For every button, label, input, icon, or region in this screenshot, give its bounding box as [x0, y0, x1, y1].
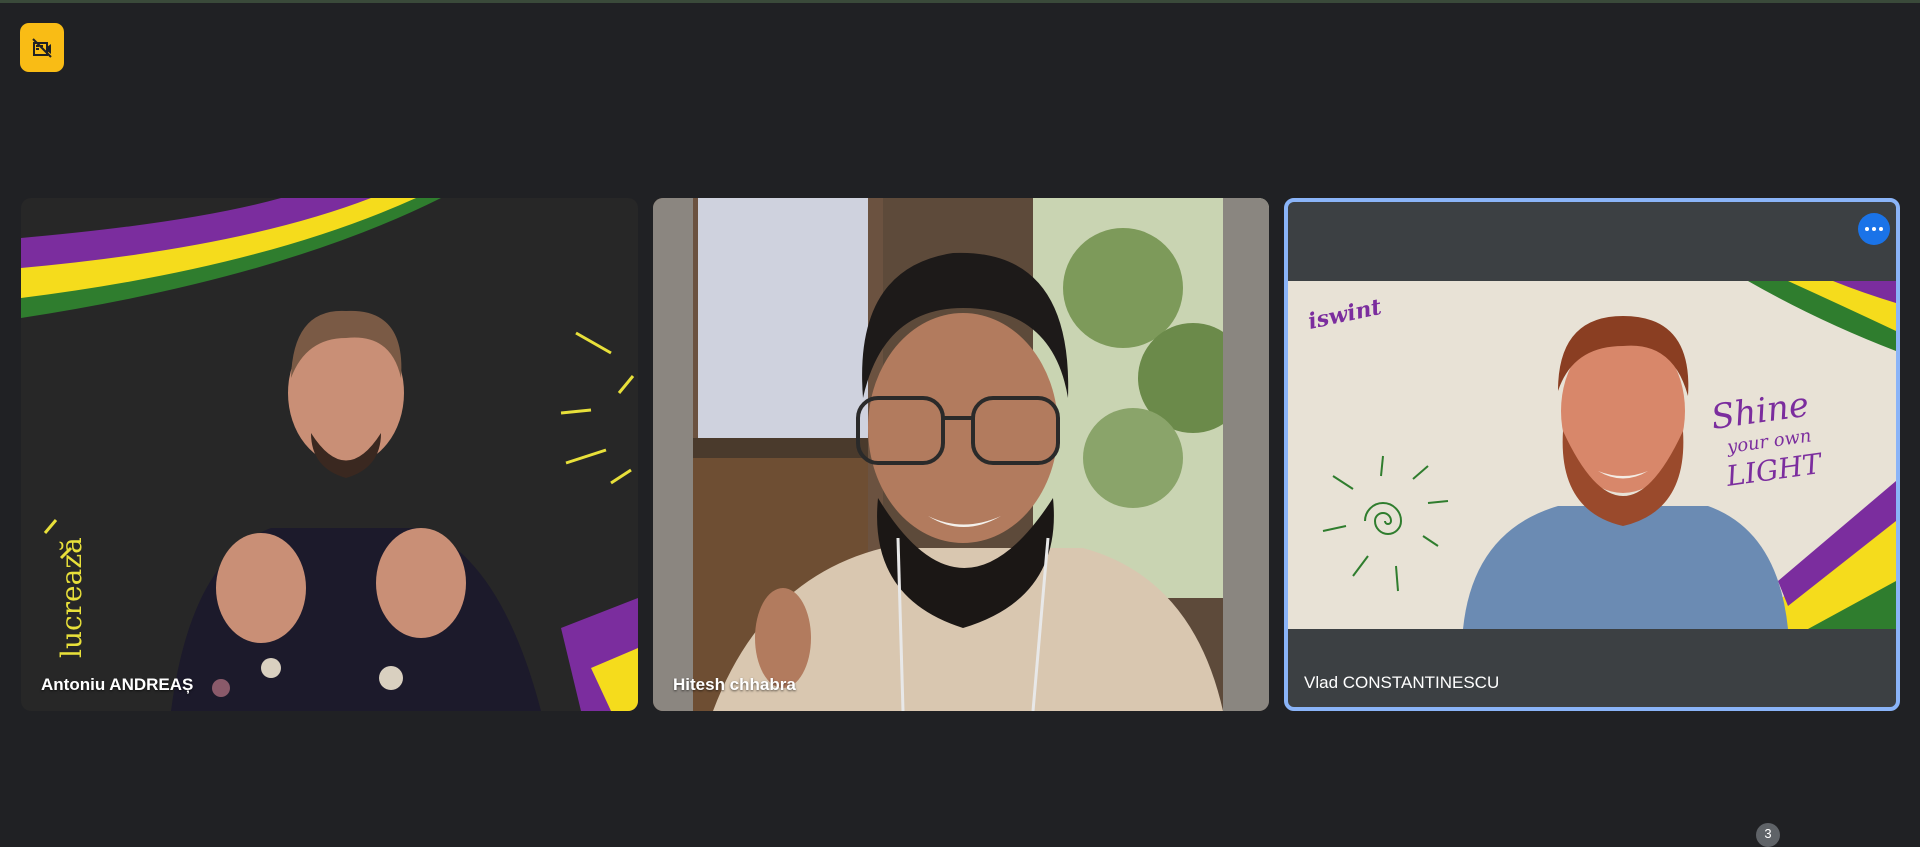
camera-off-icon — [32, 37, 52, 58]
participant-tile-3-active-speaker[interactable]: iswint Shine your own LIGHT Vlad CONSTAN… — [1284, 198, 1900, 711]
participant-name: Vlad CONSTANTINESCU — [1304, 673, 1500, 692]
participant-tile-1[interactable]: lucrează Antoniu ANDREAȘ — [21, 198, 638, 711]
more-options-button[interactable] — [1858, 213, 1890, 245]
participant-tile-2[interactable]: Hitesh chhabra — [653, 198, 1269, 711]
participant-name: Antoniu ANDREAȘ — [41, 675, 194, 694]
participant-count-badge[interactable]: 3 — [1756, 823, 1780, 847]
participant-video-2 — [653, 198, 1269, 711]
participant-video-1: lucrează — [21, 198, 638, 711]
top-border — [0, 0, 1920, 3]
background-text: lucrează — [55, 537, 88, 658]
dot-icon — [1879, 227, 1883, 231]
participant-video-3: iswint Shine your own LIGHT — [1288, 281, 1896, 629]
dot-icon — [1872, 227, 1876, 231]
camera-status-chip[interactable] — [20, 23, 64, 72]
participant-name: Hitesh chhabra — [673, 675, 796, 694]
dot-icon — [1865, 227, 1869, 231]
